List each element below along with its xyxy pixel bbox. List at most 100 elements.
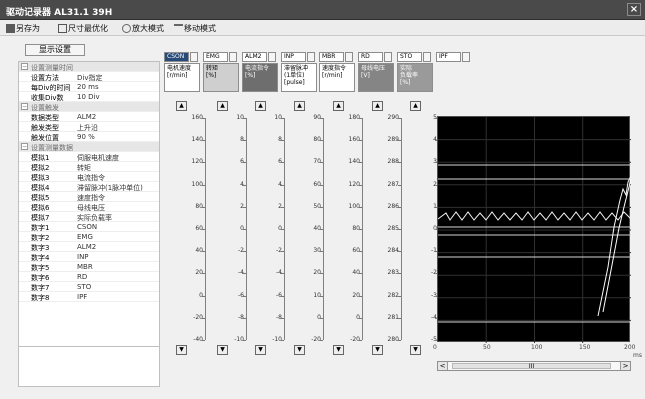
channel-select-cson[interactable]: CSON: [164, 52, 189, 62]
channel-spin-icon[interactable]: [190, 52, 198, 62]
axis-tick: [320, 184, 323, 186]
axis-tick: [320, 295, 323, 297]
axis-label: 40: [352, 269, 360, 277]
scale-down-icon[interactable]: ▼: [372, 345, 383, 355]
scroll-thumb[interactable]: III: [452, 363, 611, 370]
collapse-icon[interactable]: −: [21, 143, 28, 150]
axis-label: -40: [193, 336, 203, 343]
scale-up-icon[interactable]: ▲: [217, 101, 228, 111]
tree-item-row[interactable]: 模拟4 滞留脉冲(1脉冲单位): [19, 182, 159, 192]
move-mode-button[interactable]: 移动模式: [174, 23, 216, 34]
tree-item-row[interactable]: 数字1 CSON: [19, 222, 159, 232]
channel-spin-icon[interactable]: [462, 52, 470, 62]
save-as-button[interactable]: 另存为: [6, 23, 40, 34]
scale-down-icon[interactable]: ▼: [255, 345, 266, 355]
scale-up-icon[interactable]: ▲: [410, 101, 421, 111]
axis-tick: [281, 273, 284, 275]
signal-name: 电流指令: [245, 65, 270, 72]
channel-select-ipf[interactable]: IPF: [436, 52, 461, 62]
axis-label: 40: [313, 225, 321, 232]
channel-spin-icon[interactable]: [384, 52, 392, 62]
tree-item-row[interactable]: 数字7 STO: [19, 282, 159, 292]
tree-group-row[interactable]: − 设置测量数据: [19, 142, 159, 152]
scale-up-icon[interactable]: ▲: [255, 101, 266, 111]
axis-label: 60: [352, 247, 360, 255]
tree-label: 数字8: [31, 294, 50, 302]
display-settings-button[interactable]: 显示设置: [25, 44, 85, 56]
fit-size-button[interactable]: 尺寸最优化: [58, 23, 108, 34]
scroll-left-icon[interactable]: <: [438, 362, 448, 370]
collapse-icon[interactable]: −: [21, 63, 28, 70]
close-icon[interactable]: ×: [627, 3, 641, 16]
axis-label: 40: [195, 247, 203, 255]
zoom-mode-button[interactable]: 放大模式: [122, 23, 164, 34]
tree-group-row[interactable]: − 设置触发: [19, 102, 159, 112]
axis-label: -1: [431, 247, 437, 255]
channel-spin-icon[interactable]: [345, 52, 353, 62]
tree-value: IPF: [77, 293, 88, 301]
tree-value: EMG: [77, 233, 93, 241]
axis-label: -5: [431, 336, 437, 343]
move-label: 移动模式: [184, 24, 216, 33]
axis-tick: [359, 295, 362, 297]
channel-spin-icon[interactable]: [307, 52, 315, 62]
x-axis-label: 150: [579, 344, 591, 351]
axis-label: 287: [387, 180, 399, 188]
tree-item-row[interactable]: 模拟2 转矩: [19, 162, 159, 172]
tree-item-row[interactable]: 收集Div数 10 Div: [19, 92, 159, 102]
axis-tick: [320, 317, 323, 319]
channel-select-rd[interactable]: RD: [358, 52, 383, 62]
tree-item-row[interactable]: 设置方法 Div指定: [19, 72, 159, 82]
scale-down-icon[interactable]: ▼: [333, 345, 344, 355]
scale-down-icon[interactable]: ▼: [217, 345, 228, 355]
x-axis-label: 50: [483, 344, 491, 351]
channel-select-alm2[interactable]: ALM2: [242, 52, 267, 62]
axis-line: [284, 118, 285, 340]
tree-item-row[interactable]: 模拟1 伺服电机速度: [19, 152, 159, 162]
channel-select-inp[interactable]: INP: [281, 52, 306, 62]
axis-tick: [281, 184, 284, 186]
tree-group-row[interactable]: − 设置测量时间: [19, 62, 159, 72]
axis-tick: [243, 251, 246, 253]
tree-item-row[interactable]: 数字6 RD: [19, 272, 159, 282]
axis-label: 4: [252, 181, 282, 188]
axis-tick: [359, 340, 362, 341]
horizontal-scrollbar[interactable]: < III >: [437, 361, 631, 371]
axis-tick: [320, 229, 323, 230]
scale-up-icon[interactable]: ▲: [294, 101, 305, 111]
channel-spin-icon[interactable]: [423, 52, 431, 62]
tree-item-row[interactable]: 模拟7 实际负载率: [19, 212, 159, 222]
tree-item-row[interactable]: 数字2 EMG: [19, 232, 159, 242]
axis-tick: [281, 140, 284, 142]
tree-item-row[interactable]: 触发位置 90 %: [19, 132, 159, 142]
waveform-plot[interactable]: [437, 116, 632, 343]
scroll-right-icon[interactable]: >: [620, 362, 630, 370]
scale-down-icon[interactable]: ▼: [176, 345, 187, 355]
tree-item-row[interactable]: 模拟3 电流指令: [19, 172, 159, 182]
axis-tick: [320, 251, 323, 253]
window-title: 驱动记录器 AL31.1 39H: [6, 8, 113, 18]
scale-down-icon[interactable]: ▼: [410, 345, 421, 355]
tree-item-row[interactable]: 数字3 ALM2: [19, 242, 159, 252]
tree-item-row[interactable]: 每Div的时间 20 ms: [19, 82, 159, 92]
channel-select-emg[interactable]: EMG: [203, 52, 228, 62]
scale-down-icon[interactable]: ▼: [294, 345, 305, 355]
axis-label: 160: [348, 136, 360, 144]
tree-item-row[interactable]: 数字5 MBR: [19, 262, 159, 272]
tree-item-row[interactable]: 模拟6 母线电压: [19, 202, 159, 212]
tree-item-row[interactable]: 数据类型 ALM2: [19, 112, 159, 122]
scale-up-icon[interactable]: ▲: [372, 101, 383, 111]
tree-item-row[interactable]: 数字8 IPF: [19, 292, 159, 302]
axis-label: 20: [313, 269, 321, 277]
scale-up-icon[interactable]: ▲: [176, 101, 187, 111]
channel-spin-icon[interactable]: [268, 52, 276, 62]
channel-select-sto[interactable]: STO: [397, 52, 422, 62]
tree-item-row[interactable]: 触发类型 上升沿: [19, 122, 159, 132]
collapse-icon[interactable]: −: [21, 103, 28, 110]
tree-item-row[interactable]: 数字4 INP: [19, 252, 159, 262]
axis-label: -4: [431, 313, 437, 321]
channel-select-mbr[interactable]: MBR: [319, 52, 344, 62]
channel-spin-icon[interactable]: [229, 52, 237, 62]
tree-item-row[interactable]: 模拟5 速度指令: [19, 192, 159, 202]
scale-up-icon[interactable]: ▲: [333, 101, 344, 111]
